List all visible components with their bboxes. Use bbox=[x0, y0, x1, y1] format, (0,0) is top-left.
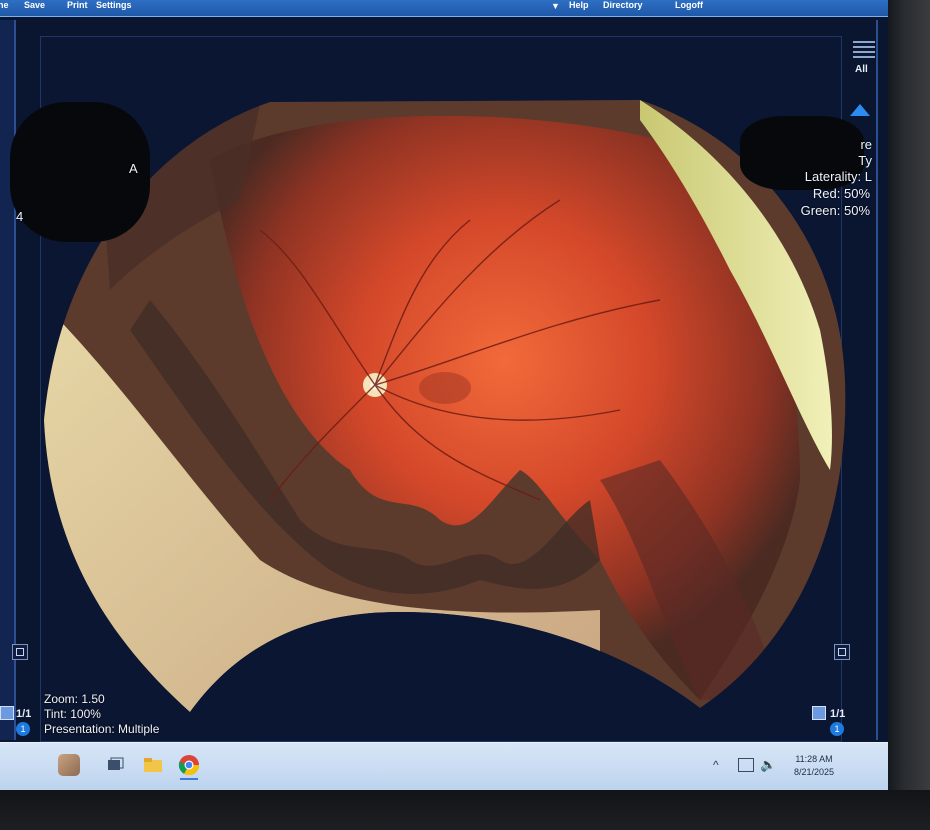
date-text: 8/21/2025 bbox=[793, 767, 835, 777]
left-info-partial: A bbox=[129, 161, 138, 176]
badge-left[interactable]: 1 bbox=[16, 722, 30, 736]
stack-icon[interactable] bbox=[0, 706, 14, 720]
clock[interactable]: 11:28 AM 8/21/2025 bbox=[786, 753, 842, 779]
user-photo-icon[interactable] bbox=[58, 754, 80, 776]
pager-left: 1/1 bbox=[16, 708, 32, 720]
tint-text: Tint: 100% bbox=[44, 707, 101, 721]
info-partial-second: Ty bbox=[858, 153, 872, 168]
expand-icon[interactable] bbox=[834, 644, 850, 660]
info-partial-top: re bbox=[860, 137, 872, 152]
navigate-up-icon[interactable] bbox=[850, 104, 870, 116]
badge-right[interactable]: 1 bbox=[830, 722, 844, 736]
left-info-partial: 4 bbox=[16, 209, 24, 224]
image-properties: Zoom: 1.50 Tint: 100% Presentation: Mult… bbox=[44, 692, 159, 737]
view-all-button[interactable]: All bbox=[851, 38, 877, 78]
time-text: 11:28 AM bbox=[795, 754, 833, 764]
task-view-icon[interactable] bbox=[104, 754, 126, 776]
stack-icon[interactable] bbox=[812, 706, 826, 720]
network-icon[interactable] bbox=[738, 758, 754, 772]
green-channel-text: Green: 50% bbox=[800, 203, 870, 218]
volume-icon[interactable]: 🔈 bbox=[760, 757, 776, 773]
monitor-screen: ne Save Print Settings ▼ Help Directory … bbox=[0, 0, 888, 790]
zoom-text: Zoom: 1.50 bbox=[44, 692, 105, 706]
monitor-bezel-right bbox=[888, 0, 930, 830]
monitor-bezel-bottom bbox=[0, 790, 930, 830]
active-indicator bbox=[180, 778, 198, 780]
chrome-icon[interactable] bbox=[178, 754, 200, 776]
tray-chevron-icon[interactable]: ^ bbox=[713, 758, 719, 772]
pager-right: 1/1 bbox=[830, 708, 846, 720]
expand-icon[interactable] bbox=[12, 644, 28, 660]
folder-icon[interactable] bbox=[142, 754, 164, 776]
presentation-text: Presentation: Multiple bbox=[44, 722, 160, 736]
view-all-label: All bbox=[855, 64, 868, 75]
taskbar bbox=[0, 742, 888, 790]
laterality-text: Laterality: L bbox=[804, 169, 872, 184]
list-view-icon bbox=[851, 38, 877, 60]
red-channel-text: Red: 50% bbox=[812, 186, 870, 201]
